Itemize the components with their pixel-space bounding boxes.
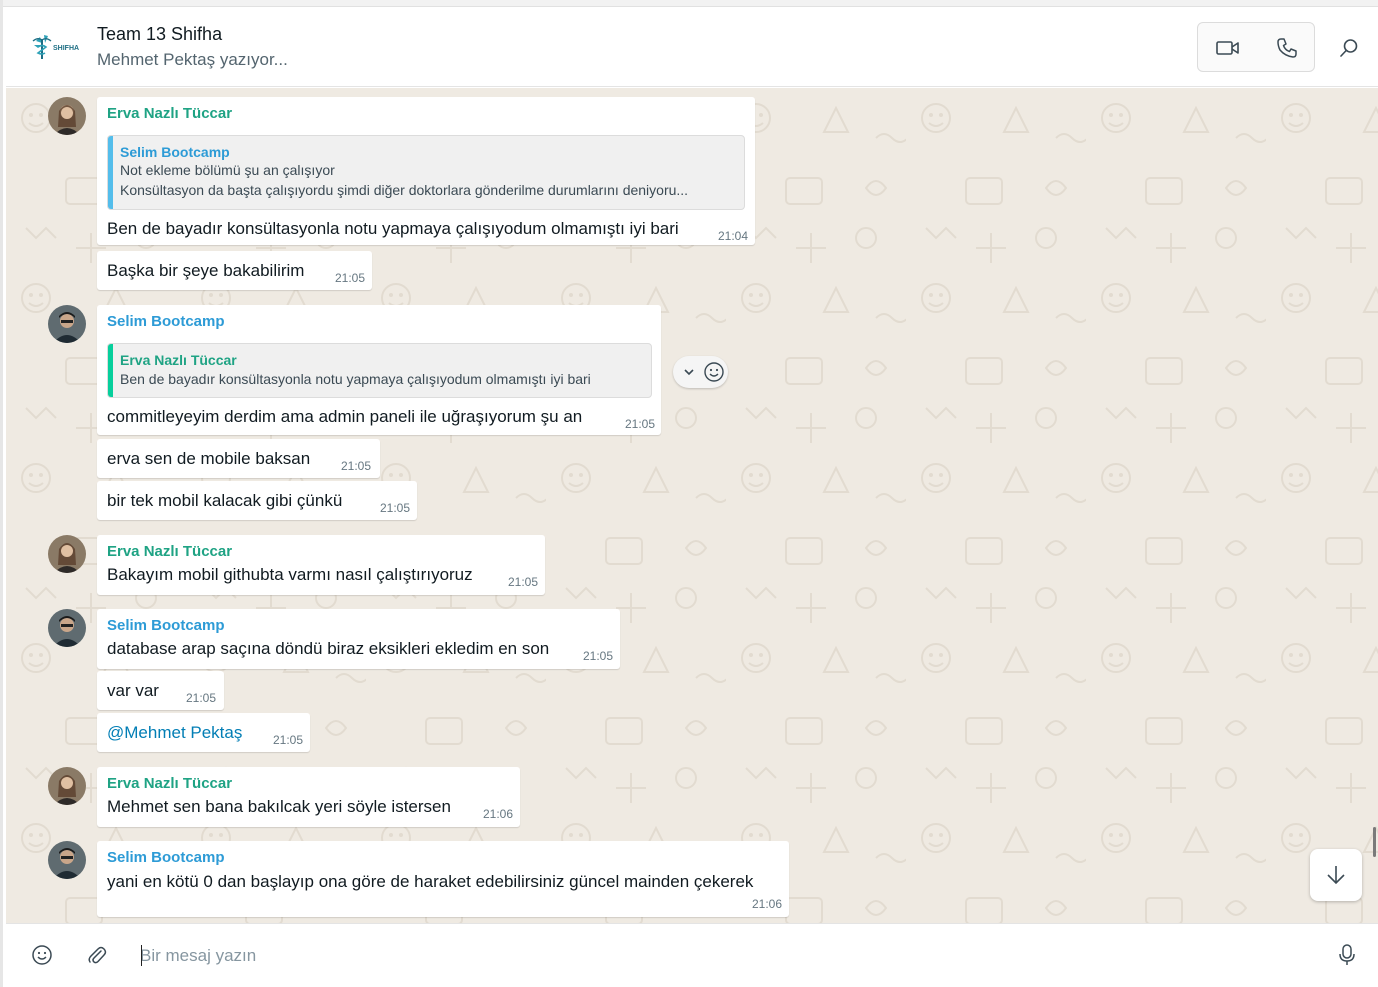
avatar-erva[interactable] bbox=[48, 767, 86, 805]
shifha-logo-icon: SHIFHA bbox=[32, 35, 79, 59]
scroll-to-bottom-button[interactable] bbox=[1310, 849, 1362, 901]
message-time: 21:06 bbox=[752, 897, 783, 911]
message-text: Başka bir şeye bakabilirim bbox=[107, 261, 305, 280]
window-top-edge bbox=[3, 0, 1378, 7]
scrollbar-thumb[interactable] bbox=[1373, 827, 1376, 857]
message-actions-pill bbox=[673, 356, 728, 388]
microphone-icon bbox=[1339, 944, 1355, 965]
message-bubble[interactable]: var var 21:05 bbox=[97, 671, 224, 710]
avatar-selim[interactable] bbox=[48, 305, 86, 343]
message-bubble[interactable]: Selim Bootcamp yani en kötü 0 dan başlay… bbox=[97, 841, 789, 917]
message-menu-button[interactable] bbox=[683, 365, 695, 383]
quote-sender: Selim Bootcamp bbox=[120, 144, 230, 160]
sender-name[interactable]: Erva Nazlı Tüccar bbox=[107, 105, 232, 122]
avatar-erva[interactable] bbox=[48, 535, 86, 573]
message-bubble[interactable]: Selim Bootcamp database arap saçına dönd… bbox=[97, 609, 620, 669]
attach-button[interactable] bbox=[83, 941, 111, 969]
emoji-icon bbox=[32, 945, 52, 965]
message-text: bir tek mobil kalacak gibi çünkü bbox=[107, 491, 343, 510]
message-bubble[interactable]: Başka bir şeye bakabilirim 21:05 bbox=[97, 251, 372, 290]
chat-window: SHIFHA Team 13 Shifha Mehmet Pektaş yazı… bbox=[0, 0, 1378, 987]
voice-call-button[interactable] bbox=[1274, 35, 1300, 61]
message-text: Ben de bayadır konsültasyonla notu yapma… bbox=[107, 219, 679, 238]
message-input[interactable] bbox=[140, 936, 1290, 976]
message-composer bbox=[6, 923, 1378, 987]
message-text: Mehmet sen bana bakılcak yeri söyle iste… bbox=[107, 797, 451, 816]
quote-text-line: Ben de bayadır konsültasyonla notu yapma… bbox=[120, 371, 591, 387]
paperclip-icon bbox=[88, 946, 107, 964]
chat-title[interactable]: Team 13 Shifha bbox=[97, 24, 222, 45]
search-button[interactable] bbox=[1336, 35, 1362, 61]
message-bubble[interactable]: erva sen de mobile baksan 21:05 bbox=[97, 439, 380, 478]
sender-name[interactable]: Erva Nazlı Tüccar bbox=[107, 543, 232, 560]
message-time: 21:05 bbox=[273, 733, 304, 747]
quote-text-line: Not ekleme bölümü şu an çalışıyor bbox=[120, 162, 335, 178]
typing-status: Mehmet Pektaş yazıyor... bbox=[97, 50, 288, 69]
quote-accent-bar bbox=[108, 136, 113, 209]
voice-record-button[interactable] bbox=[1333, 941, 1361, 969]
message-text: erva sen de mobile baksan bbox=[107, 449, 311, 468]
phone-icon bbox=[1277, 38, 1297, 58]
message-time: 21:05 bbox=[335, 271, 366, 285]
message-time: 21:05 bbox=[380, 501, 411, 515]
react-button[interactable] bbox=[703, 361, 725, 388]
video-call-button[interactable] bbox=[1215, 35, 1241, 61]
search-icon bbox=[1340, 39, 1358, 57]
sender-name[interactable]: Selim Bootcamp bbox=[107, 849, 225, 866]
message-time: 21:05 bbox=[583, 649, 614, 663]
quote-accent-bar bbox=[108, 344, 113, 397]
sender-name[interactable]: Selim Bootcamp bbox=[107, 617, 225, 634]
quoted-message[interactable]: Erva Nazlı Tüccar Ben de bayadır konsült… bbox=[107, 343, 652, 398]
message-list[interactable]: Erva Nazlı Tüccar Selim Bootcamp Not ekl… bbox=[6, 88, 1378, 923]
message-text: database arap saçına döndü biraz eksikle… bbox=[107, 639, 550, 658]
call-buttons-group bbox=[1197, 22, 1315, 72]
message-text: yani en kötü 0 dan başlayıp ona göre de … bbox=[107, 872, 754, 891]
quoted-message[interactable]: Selim Bootcamp Not ekleme bölümü şu an ç… bbox=[107, 135, 745, 210]
message-bubble[interactable]: bir tek mobil kalacak gibi çünkü 21:05 bbox=[97, 481, 417, 520]
chat-header: SHIFHA Team 13 Shifha Mehmet Pektaş yazı… bbox=[6, 7, 1378, 87]
avatar-selim[interactable] bbox=[48, 841, 86, 879]
message-bubble[interactable]: Selim Bootcamp Erva Nazlı Tüccar Ben de … bbox=[97, 305, 661, 435]
message-bubble[interactable]: Erva Nazlı Tüccar Bakayım mobil githubta… bbox=[97, 535, 545, 595]
message-text: var var bbox=[107, 681, 159, 700]
sender-name[interactable]: Erva Nazlı Tüccar bbox=[107, 775, 232, 792]
emoji-button[interactable] bbox=[28, 941, 56, 969]
video-camera-icon bbox=[1216, 41, 1239, 55]
message-bubble[interactable]: @Mehmet Pektaş 21:05 bbox=[97, 713, 310, 752]
sender-name[interactable]: Selim Bootcamp bbox=[107, 313, 225, 330]
quote-sender: Erva Nazlı Tüccar bbox=[120, 352, 237, 368]
avatar-selim[interactable] bbox=[48, 609, 86, 647]
message-text: Bakayım mobil githubta varmı nasıl çalış… bbox=[107, 565, 473, 584]
logo-text: SHIFHA bbox=[53, 45, 79, 52]
message-time: 21:06 bbox=[483, 807, 514, 821]
message-time: 21:05 bbox=[186, 691, 217, 705]
message-time: 21:05 bbox=[508, 575, 539, 589]
arrow-down-icon bbox=[1327, 866, 1345, 885]
message-bubble[interactable]: Erva Nazlı Tüccar Mehmet sen bana bakılc… bbox=[97, 767, 520, 827]
group-avatar[interactable]: SHIFHA bbox=[30, 31, 82, 63]
message-time: 21:04 bbox=[718, 229, 749, 243]
chevron-down-icon bbox=[684, 369, 694, 376]
avatar-erva[interactable] bbox=[48, 97, 86, 135]
text-cursor bbox=[141, 945, 142, 966]
message-text: commitleyeyim derdim ama admin paneli il… bbox=[107, 407, 583, 426]
message-bubble[interactable]: Erva Nazlı Tüccar Selim Bootcamp Not ekl… bbox=[97, 97, 755, 245]
emoji-icon bbox=[704, 362, 724, 382]
message-time: 21:05 bbox=[341, 459, 372, 473]
mention-link[interactable]: @Mehmet Pektaş bbox=[107, 723, 242, 743]
message-time: 21:05 bbox=[625, 417, 656, 431]
quote-text-line: Konsültasyon da başta çalışıyordu şimdi … bbox=[120, 182, 689, 198]
